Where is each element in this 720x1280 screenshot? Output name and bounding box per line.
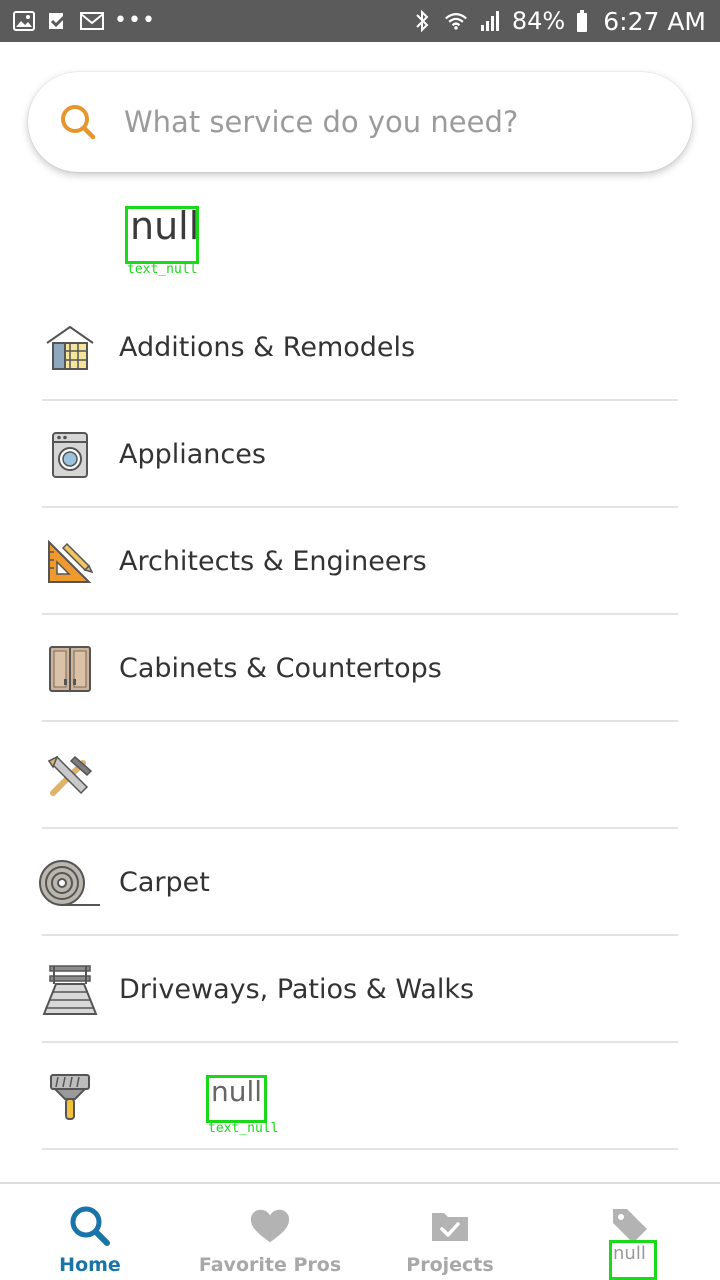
gallery-icon — [12, 10, 36, 32]
category-label: Carpet — [119, 867, 210, 898]
category-label: Appliances — [119, 439, 266, 470]
null-text: null — [211, 1075, 263, 1108]
wifi-icon — [444, 10, 468, 32]
nav-label: Favorite Pros — [198, 1254, 342, 1276]
status-bar: ••• 84% 6:27 AM — [0, 0, 720, 42]
nav-favorite-pros[interactable]: Favorite Pros — [180, 1184, 360, 1280]
driveway-icon — [40, 964, 100, 1016]
house-icon — [40, 322, 100, 374]
nav-label: Projects — [406, 1254, 494, 1276]
checkbox-icon — [46, 10, 70, 32]
divider — [42, 1148, 678, 1150]
category-additions-remodels[interactable]: Additions & Remodels — [0, 294, 720, 401]
null-overlay-row: null — [206, 1075, 267, 1123]
null-overlay-label: text_null — [127, 262, 198, 277]
category-appliances[interactable]: Appliances — [0, 401, 720, 508]
null-overlay-label: text_null — [208, 1121, 279, 1136]
washing-machine-icon — [40, 429, 100, 481]
category-carpet[interactable]: Carpet — [0, 829, 720, 936]
carpet-roll-icon — [36, 857, 104, 909]
search-icon — [58, 102, 98, 142]
set-square-pencil-icon — [40, 536, 100, 588]
search-input[interactable] — [124, 105, 644, 139]
category-driveways-patios-walks[interactable]: Driveways, Patios & Walks — [0, 936, 720, 1043]
category-label: Cabinets & Countertops — [119, 653, 442, 684]
folder-check-icon — [429, 1206, 471, 1246]
signal-icon — [478, 10, 502, 32]
more-dots-icon: ••• — [114, 8, 156, 33]
search-bar[interactable] — [28, 72, 692, 172]
heart-icon — [249, 1206, 291, 1246]
nav-projects[interactable]: Projects — [360, 1184, 540, 1280]
bluetooth-icon — [410, 9, 434, 33]
category-list: Additions & Remodels Appliances Architec… — [0, 294, 720, 1150]
gmail-icon — [80, 10, 104, 32]
category-label: Driveways, Patios & Walks — [119, 974, 475, 1005]
cabinet-icon — [40, 643, 100, 695]
nav-label: Home — [59, 1254, 121, 1276]
search-icon — [69, 1206, 111, 1246]
category-carpentry[interactable] — [0, 722, 720, 829]
battery-percent: 84% — [511, 7, 566, 35]
null-overlay-header: null — [125, 206, 199, 264]
null-text: null — [613, 1243, 646, 1264]
category-architects-engineers[interactable]: Architects & Engineers — [0, 508, 720, 615]
null-overlay-nav: null — [609, 1240, 657, 1280]
category-label: Architects & Engineers — [119, 546, 427, 577]
nav-home[interactable]: Home — [0, 1184, 180, 1280]
hammer-saw-icon — [40, 750, 100, 802]
category-cabinets-countertops[interactable]: Cabinets & Countertops — [0, 615, 720, 722]
category-label: Additions & Remodels — [119, 332, 416, 363]
clock: 6:27 AM — [603, 6, 706, 36]
paint-brush-icon — [40, 1071, 100, 1123]
battery-icon — [575, 10, 589, 32]
null-text: null — [130, 204, 200, 248]
category-painting[interactable] — [0, 1043, 720, 1150]
